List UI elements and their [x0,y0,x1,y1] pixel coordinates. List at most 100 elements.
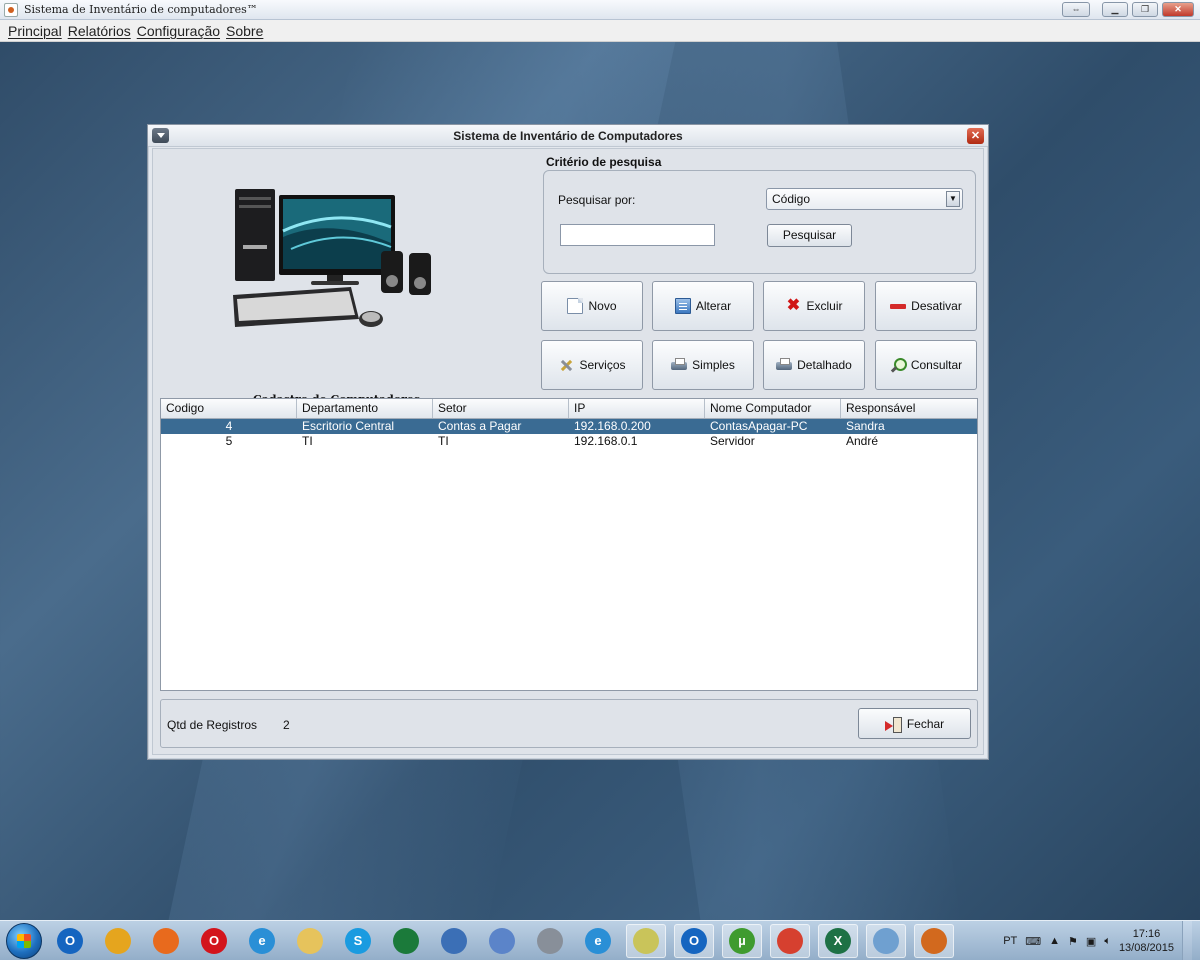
cell-responsavel: Sandra [846,419,885,433]
folder-icon-glyph [297,927,323,954]
maximize-button[interactable]: ❐ [1132,2,1158,17]
chrome-icon[interactable] [98,924,138,958]
skype-icon[interactable]: S [338,924,378,958]
ie-icon[interactable]: e [242,924,282,958]
utorrent-icon[interactable]: µ [722,923,762,958]
delete-icon: ✖ [786,297,801,314]
edit-button[interactable]: Alterar [652,281,754,331]
ie-icon[interactable]: e [578,924,618,958]
window-titlebar: Sistema de Inventário de Computadores ✕ [148,125,988,147]
resize-icon[interactable]: ⇔ [1062,2,1090,17]
window-icon[interactable] [866,923,906,958]
network-icon[interactable]: ▣ [1086,935,1096,948]
menu-relatorios[interactable]: Relatórios [68,23,131,39]
column-header[interactable]: Setor [433,399,569,418]
delete-button[interactable]: ✖ Excluir [763,281,865,331]
camera-icon-glyph [537,927,563,954]
camera-icon[interactable] [530,924,570,958]
explorer-icon[interactable] [626,923,666,958]
edit-button-label: Alterar [695,299,732,313]
deactivate-button-label: Desativar [911,299,962,313]
app-title: Sistema de Inventário de computadores™ [24,3,258,16]
column-header[interactable]: Nome Computador [705,399,841,418]
window-close-button[interactable]: ✕ [967,128,984,144]
search-by-label: Pesquisar por: [558,193,636,207]
table-header: Codigo Departamento Setor IP Nome Comput… [161,399,977,419]
network-icon[interactable] [434,924,474,958]
detailed-report-button[interactable]: Detalhado [763,340,865,390]
column-header[interactable]: Codigo [161,399,297,418]
inventory-window: Sistema de Inventário de Computadores ✕ [147,124,989,760]
menu-configuracao[interactable]: Configuração [137,23,220,39]
cell-nome-computador: Servidor [710,434,755,448]
close-window-button[interactable]: Fechar [858,708,971,739]
start-button[interactable] [6,922,42,959]
skype-icon-glyph: S [345,927,371,954]
cell-codigo: 4 [225,419,233,433]
chevron-down-icon[interactable]: ▼ [946,191,960,207]
clock[interactable]: 17:16 13/08/2015 [1119,927,1174,955]
search-input[interactable] [560,224,715,246]
new-button-label: Novo [588,299,617,313]
chrome-icon[interactable] [770,923,810,958]
exit-icon [884,716,902,733]
menu-principal[interactable]: Principal [8,23,62,39]
chrome-icon-glyph [105,927,131,954]
simple-report-button-label: Simples [692,358,735,372]
window-icon-glyph [873,927,899,954]
column-header[interactable]: IP [569,399,705,418]
simple-report-button[interactable]: Simples [652,340,754,390]
clock-time: 17:16 [1132,928,1161,940]
search-button[interactable]: Pesquisar [767,224,852,247]
explorer-icon-glyph [633,927,659,954]
menu-bar: Principal Relatórios Configuração Sobre [0,20,1200,42]
firefox-icon[interactable] [146,924,186,958]
menu-sobre[interactable]: Sobre [226,23,263,39]
java-icon[interactable] [914,923,954,958]
show-hidden-icons-icon[interactable]: ▲ [1049,935,1060,947]
ie-icon-glyph: e [585,927,611,954]
outlook-icon-glyph: O [681,927,707,954]
eye-icon-glyph [393,927,419,954]
record-count-value: 2 [283,718,290,732]
search-field-selected: Código [772,192,811,206]
deactivate-button[interactable]: Desativar [875,281,977,331]
search-field-select[interactable]: Código ▼ [766,188,963,210]
services-button[interactable]: Serviços [541,340,643,390]
keyboard-icon[interactable]: ⌨ [1025,935,1041,948]
close-button[interactable]: ✕ [1162,2,1194,17]
cell-departamento: Escritorio Central [302,419,395,433]
printer-icon [671,357,688,373]
query-button[interactable]: Consultar [875,340,977,390]
show-desktop-button[interactable] [1182,921,1192,960]
system-tray: PT ⌨ ▲ ⚑ ▣ 🔈︎ 17:16 13/08/2015 [1003,921,1192,960]
detailed-report-button-label: Detalhado [797,358,852,372]
table-row[interactable]: 5 TI TI 192.168.0.1 Servidor André [161,434,977,449]
printer-icon [776,357,793,373]
volume-icon[interactable]: 🔈︎ [1104,935,1111,948]
computer-illustration [233,189,431,327]
opera-icon[interactable]: O [194,924,234,958]
flag-icon[interactable]: ⚑ [1068,935,1078,948]
edit-icon [674,298,691,314]
new-button[interactable]: Novo [541,281,643,331]
excel-icon[interactable]: X [818,923,858,958]
delete-button-label: Excluir [806,299,843,313]
search-group-label: Critério de pesquisa [546,155,662,169]
window-menu-icon[interactable] [152,128,169,143]
eye-icon[interactable] [386,924,426,958]
folder-icon[interactable] [290,924,330,958]
clock-date: 13/08/2015 [1118,942,1174,954]
minimize-button[interactable]: ▁ [1102,2,1128,17]
column-header[interactable]: Departamento [297,399,433,418]
table-row[interactable]: 4 Escritorio Central Contas a Pagar 192.… [161,419,977,434]
java-icon-glyph [921,927,947,954]
column-header[interactable]: Responsável [841,399,977,418]
tools-icon[interactable] [482,924,522,958]
document-icon [567,298,584,314]
taskbar: OOeSeOµX PT ⌨ ▲ ⚑ ▣ 🔈︎ 17:16 13/08/2015 [0,920,1200,960]
language-indicator[interactable]: PT [1003,935,1017,947]
outlook-icon[interactable]: O [50,924,90,958]
outlook-icon[interactable]: O [674,923,714,958]
tools-icon-glyph [489,927,515,954]
